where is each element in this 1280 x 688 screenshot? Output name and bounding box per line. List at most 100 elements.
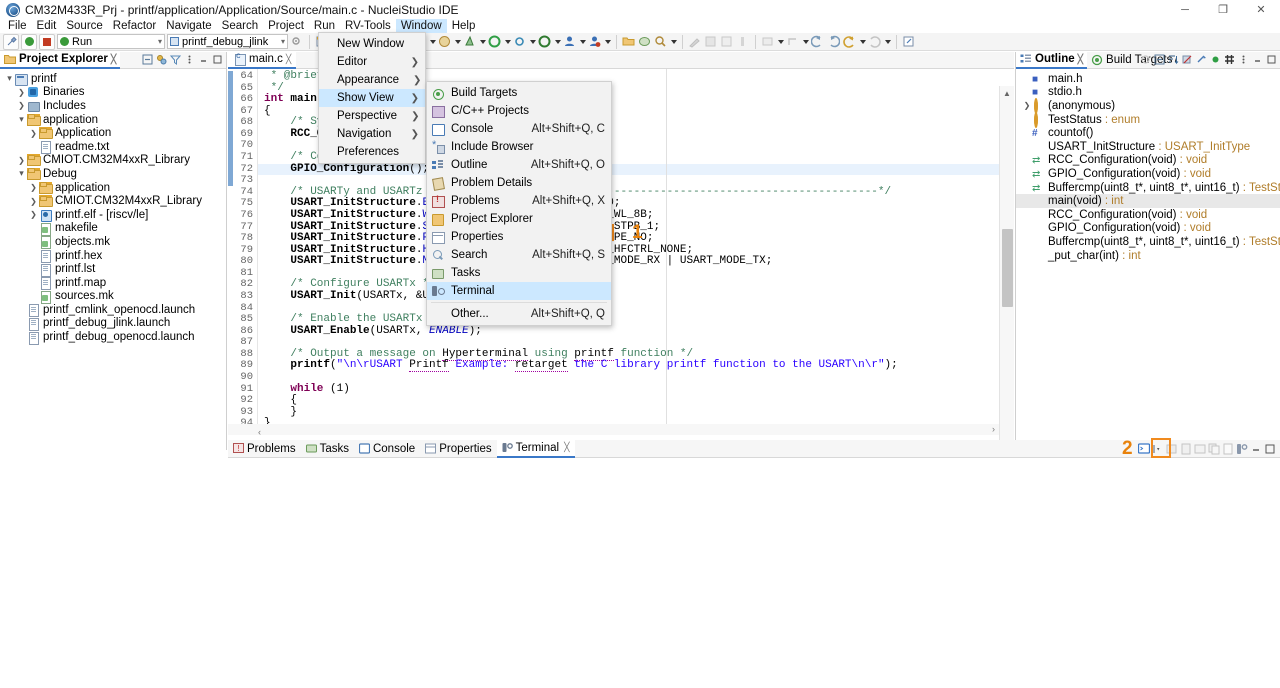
- run-last-icon[interactable]: [438, 35, 452, 49]
- code-line[interactable]: USART_InitStructure.Mode = USART_MODE_RX…: [258, 255, 1014, 268]
- show-view-item-outline[interactable]: Outline Alt+Shift+Q, O: [427, 156, 611, 174]
- scroll-up-icon[interactable]: ▲: [1000, 86, 1014, 100]
- close-icon[interactable]: ╳: [1078, 54, 1083, 65]
- code-line[interactable]: }: [258, 406, 1014, 419]
- tree-item[interactable]: printf_debug_jlink.launch: [0, 317, 226, 331]
- show-view-item-terminal[interactable]: Terminal: [427, 282, 611, 300]
- tree-item[interactable]: ❯ CMIOT.CM32M4xxR_Library: [0, 194, 226, 208]
- user-icon[interactable]: [563, 35, 577, 49]
- stop-icon[interactable]: [39, 33, 55, 50]
- show-view-item-problems[interactable]: Problems Alt+Shift+Q, X: [427, 192, 611, 210]
- outline-item[interactable]: ⇄ Buffercmp(uint8_t*, uint8_t*, uint16_t)…: [1016, 181, 1280, 195]
- show-view-item-project-explorer[interactable]: Project Explorer: [427, 210, 611, 228]
- menu-item-new-window[interactable]: New Window: [319, 35, 425, 53]
- chevron-right-icon[interactable]: ❯: [28, 129, 39, 138]
- menu-item-show-view[interactable]: Show View ❯: [319, 89, 425, 107]
- tree-item[interactable]: printf_debug_openocd.launch: [0, 330, 226, 345]
- chevron-down-icon[interactable]: ▾: [16, 114, 27, 125]
- launch-settings-gear-icon[interactable]: [290, 35, 304, 49]
- code-line[interactable]: printf("\n\rUSART Printf Example: retarg…: [258, 359, 1014, 373]
- menu-edit[interactable]: Edit: [32, 19, 62, 33]
- code-line[interactable]: [258, 372, 1014, 384]
- terminal-settings-icon[interactable]: [1236, 443, 1248, 455]
- gear-tools-icon[interactable]: [513, 35, 527, 49]
- menu-item-appearance[interactable]: Appearance ❯: [319, 71, 425, 89]
- menu-item-perspective[interactable]: Perspective ❯: [319, 107, 425, 125]
- tree-item[interactable]: ❯ printf.elf - [riscv/le]: [0, 208, 226, 222]
- menu-rv-tools[interactable]: RV-Tools: [340, 19, 396, 33]
- outline-item[interactable]: TestStatus : enum: [1016, 111, 1280, 128]
- outline-item[interactable]: Buffercmp(uint8_t*, uint8_t*, uint16_t) …: [1016, 235, 1280, 249]
- editor-vertical-scrollbar[interactable]: ▲ ▼: [999, 86, 1014, 452]
- bottom-tab-tasks[interactable]: Tasks: [301, 440, 354, 458]
- tree-item[interactable]: ▾ Debug: [0, 167, 226, 181]
- outline-tree[interactable]: ■ main.h ■ stdio.h ❯ (anonymous) TestStatus : …: [1016, 69, 1280, 262]
- view-menu-icon[interactable]: [184, 54, 195, 65]
- show-view-item-problem-details[interactable]: Problem Details: [427, 174, 611, 192]
- tree-item[interactable]: printf.hex: [0, 249, 226, 264]
- chevron-right-icon[interactable]: ❯: [16, 88, 27, 97]
- code-line[interactable]: USART_Enable(USARTx, ENABLE);: [258, 325, 1014, 338]
- hide-nonpublic-icon[interactable]: [1210, 54, 1221, 65]
- tree-item[interactable]: ❯ Application: [0, 126, 226, 140]
- external-tools-icon[interactable]: [902, 35, 916, 49]
- outline-item[interactable]: ⇄ RCC_Configuration(void) : void: [1016, 154, 1280, 168]
- scroll-thumb[interactable]: [1002, 229, 1013, 307]
- code-line[interactable]: while (1): [258, 383, 1014, 396]
- launch-config-combo[interactable]: printf_debug_jlink ▾: [167, 34, 288, 49]
- outline-item[interactable]: USART_InitStructure : USART_InitType: [1016, 140, 1280, 154]
- tree-item[interactable]: printf.map: [0, 276, 226, 291]
- bottom-tab-problems[interactable]: ! Problems: [228, 440, 301, 458]
- minimize-view-icon[interactable]: [198, 54, 209, 65]
- close-button[interactable]: ✕: [1242, 0, 1280, 19]
- open-terminal-icon[interactable]: [1137, 443, 1151, 455]
- tree-item[interactable]: readme.txt: [0, 140, 226, 155]
- outline-item[interactable]: # countof(): [1016, 126, 1280, 140]
- code-line[interactable]: {: [258, 395, 1014, 407]
- collapse-all-icon[interactable]: [1154, 54, 1165, 65]
- tab-outline[interactable]: Outline ╳: [1016, 51, 1088, 69]
- open-perspective-icon[interactable]: [538, 35, 552, 49]
- minimize-view-icon[interactable]: [1250, 443, 1262, 455]
- outline-item[interactable]: RCC_Configuration(void) : void: [1016, 208, 1280, 222]
- tab-project-explorer[interactable]: Project Explorer ╳: [0, 51, 121, 69]
- menu-source[interactable]: Source: [61, 19, 107, 33]
- minimize-view-icon[interactable]: [1252, 54, 1263, 65]
- bottom-tab-properties[interactable]: Properties: [420, 440, 496, 458]
- group-icon[interactable]: [1224, 54, 1235, 65]
- tree-item[interactable]: ❯ Includes: [0, 99, 226, 113]
- code-line[interactable]: USART_Init(USARTx, &USART_InitStructure)…: [258, 290, 1014, 303]
- show-view-item-other[interactable]: Other... Alt+Shift+Q, Q: [427, 305, 611, 323]
- menu-file[interactable]: File: [3, 19, 32, 33]
- build-hammer-icon[interactable]: [3, 33, 19, 50]
- outline-item[interactable]: ■ stdio.h: [1016, 86, 1280, 100]
- bottom-tab-terminal[interactable]: Terminal ╳: [496, 439, 575, 458]
- menu-item-editor[interactable]: Editor ❯: [319, 53, 425, 71]
- search-tool-icon[interactable]: [654, 35, 668, 49]
- maximize-view-icon[interactable]: [1266, 54, 1277, 65]
- chevron-right-icon[interactable]: ❯: [28, 210, 39, 219]
- tree-item[interactable]: sources.mk: [0, 290, 226, 304]
- menu-project[interactable]: Project: [263, 19, 309, 33]
- view-menu-icon[interactable]: [1238, 54, 1249, 65]
- chevron-down-icon[interactable]: ▾: [4, 73, 15, 84]
- chevron-right-icon[interactable]: ❯: [28, 183, 39, 192]
- sort-icon[interactable]: [1168, 54, 1179, 65]
- tree-item[interactable]: printf.lst: [0, 262, 226, 277]
- profile-icon[interactable]: [463, 35, 477, 49]
- close-icon[interactable]: ╳: [564, 442, 569, 453]
- tree-item[interactable]: ❯ application: [0, 181, 226, 195]
- menu-help[interactable]: Help: [447, 19, 481, 33]
- outline-item[interactable]: ❯ (anonymous): [1016, 97, 1280, 114]
- close-icon[interactable]: ╳: [286, 54, 291, 65]
- tab-main-c[interactable]: main.c ╳: [228, 51, 297, 69]
- tree-item[interactable]: ▾ printf: [0, 72, 226, 86]
- editor-horizontal-scrollbar[interactable]: ‹ ›: [228, 424, 999, 437]
- show-view-item-search[interactable]: Search Alt+Shift+Q, S: [427, 246, 611, 264]
- close-icon[interactable]: ╳: [111, 54, 116, 65]
- collapse-all-icon[interactable]: [142, 54, 153, 65]
- tree-item[interactable]: objects.mk: [0, 235, 226, 250]
- hide-fields-icon[interactable]: [1182, 54, 1193, 65]
- chevron-right-icon[interactable]: ❯: [16, 156, 27, 165]
- outline-item[interactable]: GPIO_Configuration(void) : void: [1016, 222, 1280, 236]
